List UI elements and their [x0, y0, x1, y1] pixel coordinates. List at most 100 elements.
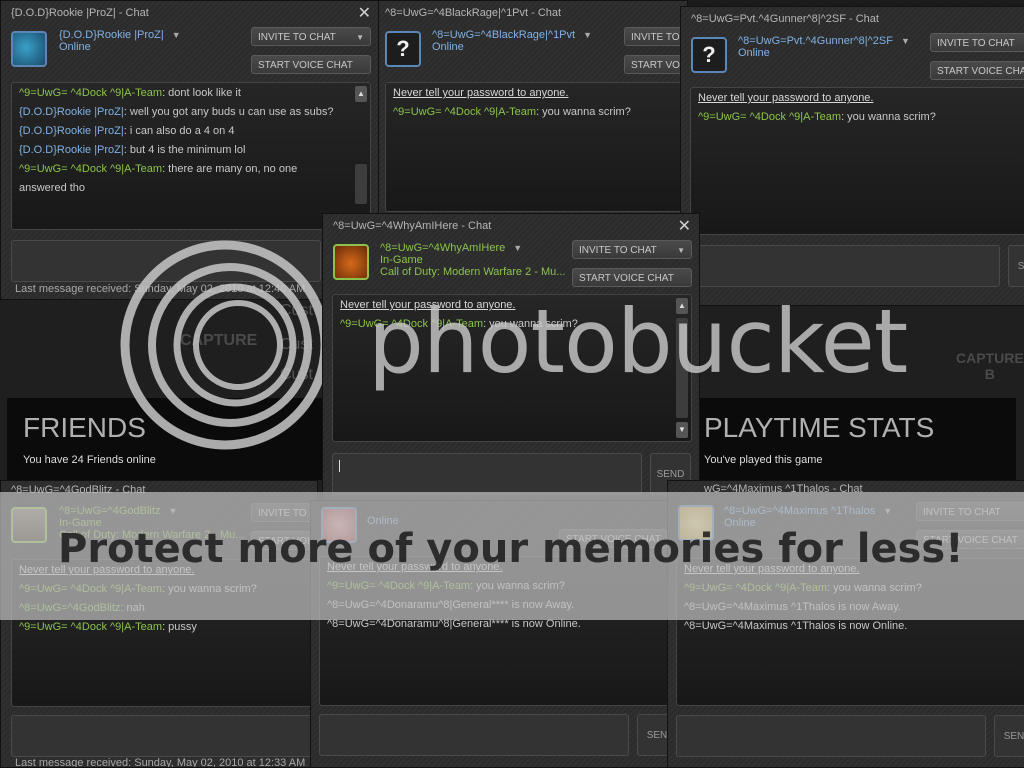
friend-name[interactable]: ^8=UwG=^4BlackRage|^1Pvt ▼ Online [432, 29, 592, 53]
avatar[interactable]: ? [385, 31, 421, 67]
start-voice-chat-button[interactable]: START VOICE CHA [930, 61, 1024, 80]
cust-label-2: Cust [280, 336, 313, 353]
close-icon[interactable]: ✕ [678, 216, 691, 236]
friend-status: Online [432, 41, 464, 53]
message-input[interactable] [11, 715, 317, 757]
friend-status: Online [367, 515, 399, 527]
invite-to-chat-button[interactable]: INVITE TO CHAT [624, 27, 687, 46]
message-input[interactable] [319, 714, 629, 756]
start-voice-chat-button[interactable]: START VOICE CHAT [916, 530, 1024, 549]
chat-log: Never tell your password to anyone. ^9=U… [676, 558, 1024, 706]
friend-name-text: ^8=UwG=^4BlackRage|^1Pvt [432, 29, 576, 41]
chevron-down-icon[interactable]: ▼ [583, 30, 592, 40]
cust-label-1: Cust [280, 302, 313, 319]
message-input[interactable] [676, 715, 986, 757]
window-title: ^8=UwG=^4GodBlitz - Chat [11, 484, 146, 496]
message-sender: {D.O.D}Rookie |ProZ| [19, 125, 124, 137]
close-icon[interactable]: ✕ [358, 3, 371, 23]
playtime-panel: PLAYTIME STATS You've played this game [700, 398, 1016, 480]
friend-name-text: ^8=UwG=Pvt.^4Gunner^8|^2SF [738, 35, 893, 47]
message-text: : you wanna scrim? [470, 580, 565, 592]
avatar[interactable] [333, 244, 369, 280]
message-sender: ^9=UwG= ^4Dock ^9|A-Team [393, 106, 537, 118]
friend-name-text: ^8=UwG=^4Maximus ^1Thalos [724, 505, 876, 517]
friend-name[interactable]: ^8=UwG=^4WhyAmIHere ▼ In-Game Call of Duty:… [380, 242, 565, 278]
send-button[interactable]: SEN [1008, 245, 1024, 287]
chevron-down-icon[interactable]: ▼ [172, 30, 181, 40]
chat-log: Never tell your password to anyone. ^9=U… [385, 82, 687, 212]
invite-to-chat-button[interactable]: INVITE TO [251, 503, 311, 522]
text-cursor [339, 460, 340, 472]
start-voice-chat-button[interactable]: START VOICE CHAT [624, 55, 687, 74]
message-input[interactable] [332, 453, 642, 495]
message-sender: {D.O.D}Rookie |ProZ| [19, 144, 124, 156]
window-title: {D.O.D}Rookie |ProZ| - Chat [11, 7, 149, 19]
friend-name[interactable]: Online [367, 515, 399, 527]
chat-scrollbar[interactable]: ▲ ▼ [676, 298, 688, 438]
invite-to-chat-button[interactable]: INVITE TO CHAT [930, 33, 1024, 52]
chat-window-blackrage: ^8=UwG=^4BlackRage|^1Pvt - Chat ? ^8=UwG… [378, 0, 688, 215]
scroll-up-icon[interactable]: ▲ [355, 86, 367, 102]
start-voice-chat-button[interactable]: START VOICE CHAT [251, 55, 371, 74]
send-button[interactable]: SEN [994, 715, 1024, 757]
chat-scrollbar[interactable]: ▲ [355, 86, 367, 226]
start-voice-chat-button[interactable]: START VOICE CHAT [572, 268, 692, 287]
friend-game: Call of Duty: Modern Warfare 2 - Mu... [380, 266, 566, 278]
window-title: wG=^4Maximus ^1Thalos - Chat [704, 483, 863, 495]
invite-to-chat-button[interactable]: INVITE TO CHAT [916, 502, 1024, 521]
friend-game: Call of Duty: Modern Warfare 2 - Mu... [59, 529, 245, 541]
chat-message: {D.O.D}Rookie |ProZ|: well you got any b… [19, 103, 363, 122]
avatar[interactable] [11, 31, 47, 67]
chevron-down-icon[interactable]: ▼ [883, 506, 892, 516]
scroll-up-icon[interactable]: ▲ [676, 298, 688, 314]
playtime-sub: You've played this game [704, 454, 823, 466]
scroll-thumb[interactable] [355, 164, 367, 204]
password-warning: Never tell your password to anyone. [393, 87, 569, 99]
message-text: : dont look like it [162, 87, 241, 99]
password-warning: Never tell your password to anyone. [19, 564, 195, 576]
chat-message: ^9=UwG= ^4Dock ^9|A-Team: you wanna scri… [340, 315, 684, 334]
chevron-down-icon[interactable]: ▼ [513, 243, 522, 253]
chat-window-maximus: wG=^4Maximus ^1Thalos - Chat ^8=UwG=^4Ma… [667, 480, 1024, 768]
friend-name[interactable]: {D.O.D}Rookie |ProZ| ▼ Online [59, 29, 181, 53]
avatar[interactable]: ? [691, 37, 727, 73]
invite-label: INVITE TO CHAT [579, 245, 657, 256]
chat-window-whyamihere: ^8=UwG=^4WhyAmIHere - Chat ✕ ^8=UwG=^4Wh… [322, 213, 700, 513]
scroll-down-icon[interactable]: ▼ [676, 422, 688, 438]
scroll-thumb[interactable] [676, 318, 688, 418]
chat-message: ^9=UwG= ^4Dock ^9|A-Team: pussy [19, 618, 313, 637]
chevron-down-icon[interactable]: ▼ [168, 506, 177, 516]
message-sender: ^9=UwG= ^4Dock ^9|A-Team [19, 163, 163, 175]
friend-name[interactable]: ^8=UwG=^4Maximus ^1Thalos ▼ Online [724, 505, 892, 529]
message-text: ^8=UwG=^4Donaramu^8|General**** is now A… [327, 599, 575, 611]
friend-name[interactable]: ^8=UwG=Pvt.^4Gunner^8|^2SF ▼ Online [738, 35, 910, 59]
friend-name[interactable]: ^8=UwG=^4GodBlitz ▼ In-Game Call of Duty: M… [59, 505, 244, 541]
message-text: : you wanna scrim? [162, 583, 257, 595]
chat-window-gunner: ^8=UwG=Pvt.^4Gunner^8|^2SF - Chat ? ^8=U… [680, 6, 1024, 306]
avatar[interactable] [321, 507, 357, 543]
message-input[interactable] [11, 240, 321, 282]
avatar[interactable] [11, 507, 47, 543]
password-warning: Never tell your password to anyone. [327, 561, 503, 573]
start-voice-chat-button[interactable]: START VOICE CHAT [559, 529, 667, 548]
chevron-down-icon[interactable]: ▼ [901, 36, 910, 46]
message-sender: ^9=UwG= ^4Dock ^9|A-Team [327, 580, 471, 592]
chat-log: Never tell your password to anyone. ^9=U… [11, 559, 317, 707]
avatar[interactable] [678, 505, 714, 541]
start-voice-chat-button[interactable]: START VOI [251, 531, 311, 550]
invite-label: INVITE TO CHAT [923, 507, 1001, 518]
friend-status: Online [724, 517, 756, 529]
invite-to-chat-button[interactable]: INVITE TO CHAT ▼ [572, 240, 692, 259]
chat-message: ^9=UwG= ^4Dock ^9|A-Team: you wanna scri… [327, 577, 671, 596]
chat-message: ^9=UwG= ^4Dock ^9|A-Team: you wanna scri… [19, 580, 313, 599]
message-sender: ^8=UwG=^4GodBlitz [19, 602, 121, 614]
message-text: : you wanna scrim? [483, 318, 578, 330]
message-text: ^8=UwG=^4Maximus ^1Thalos is now Online. [684, 620, 908, 632]
capture-b-label: CAPTURE [956, 350, 1024, 366]
message-text: : you wanna scrim? [536, 106, 631, 118]
friends-title: FRIENDS [23, 412, 146, 443]
message-sender: ^9=UwG= ^4Dock ^9|A-Team [684, 582, 828, 594]
invite-to-chat-button[interactable]: INVITE TO CHAT ▼ [251, 27, 371, 46]
message-input[interactable] [690, 245, 1000, 287]
message-text: : you wanna scrim? [841, 111, 936, 123]
